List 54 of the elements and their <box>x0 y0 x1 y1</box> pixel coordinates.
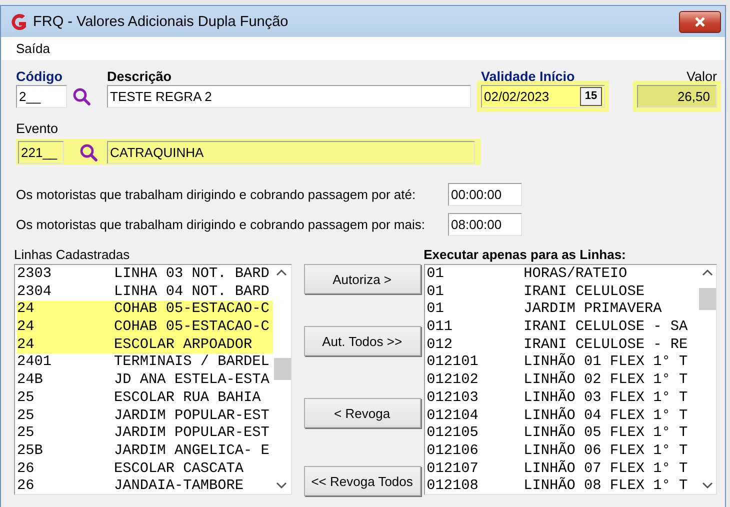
scroll-thumb[interactable] <box>274 358 291 380</box>
list-row[interactable]: 24 ESCOLAR ARPOADOR <box>17 336 273 354</box>
list-row[interactable]: 26 JANDAIA-TAMBORE <box>17 478 273 496</box>
list-row[interactable]: 012102 LINHÃO 02 FLEX 1° T <box>426 372 698 390</box>
limit-label: Os motoristas que trabalham dirigindo e cobrando passagem por mais: <box>16 217 426 232</box>
list-row[interactable]: 012103 LINHÃO 03 FLEX 1° T <box>426 390 698 408</box>
action-button[interactable]: Aut. Todos >> <box>304 326 421 356</box>
time-field[interactable]: 08:00:00 <box>448 213 522 236</box>
calendar-button[interactable]: 15 <box>580 87 602 106</box>
close-icon <box>694 16 706 28</box>
input-field[interactable]: 221__ <box>18 140 64 164</box>
field-label: Valor <box>686 69 717 85</box>
field-label: Descrição <box>107 69 172 85</box>
input-field[interactable]: 2__ <box>16 85 67 108</box>
list-row[interactable]: 01 JARDIM PRIMAVERA <box>426 301 698 320</box>
list-row[interactable]: 25 ESCOLAR RUA BAHIA <box>17 390 273 408</box>
field-label: Validade Início <box>481 69 575 85</box>
list-row[interactable]: 012107 LINHÃO 07 FLEX 1° T <box>426 460 698 478</box>
list-row[interactable]: 012105 LINHÃO 05 FLEX 1° T <box>426 425 698 443</box>
list-row[interactable]: 26 ESCOLAR CASCATA <box>17 460 273 478</box>
list-row[interactable]: 25 JARDIM POPULAR-EST <box>17 408 273 426</box>
list-row[interactable]: 24B JD ANA ESTELA-ESTA <box>17 372 273 390</box>
list-row[interactable]: 24 COHAB 05-ESTACAO-C <box>17 319 273 337</box>
field-label: Código <box>16 69 62 85</box>
list-row[interactable]: 25B JARDIM ANGELICA- E <box>17 442 273 461</box>
list-row[interactable]: 012104 LINHÃO 04 FLEX 1° T <box>426 408 698 426</box>
list-row[interactable]: 01 HORAS/RATEIO <box>426 266 698 284</box>
window-title: FRQ - Valores Adicionais Dupla Função <box>33 14 288 30</box>
action-button[interactable]: < Revoga <box>304 398 421 428</box>
list-row[interactable]: 012101 LINHÃO 01 FLEX 1° T <box>426 354 698 372</box>
list-row[interactable]: 012 IRANI CELULOSE - RE <box>426 336 698 354</box>
list-title: Executar apenas para as Linhas: <box>424 247 627 263</box>
list-row[interactable]: 012108 LINHÃO 08 FLEX 1° T <box>426 478 698 496</box>
action-button[interactable]: << Revoga Todos <box>304 466 421 496</box>
action-button[interactable]: Autoriza > <box>304 264 421 294</box>
list-row[interactable]: 24 COHAB 05-ESTACAO-C <box>17 301 273 320</box>
search-icon[interactable] <box>72 87 91 106</box>
field-label: Evento <box>16 121 60 137</box>
list-row[interactable]: 2401 TERMINAIS / BARDEL <box>17 354 273 372</box>
input-field[interactable]: TESTE REGRA 2 <box>107 85 471 108</box>
input-field[interactable]: CATRAQUINHA <box>107 140 475 164</box>
limit-label: Os motoristas que trabalham dirigindo e cobrando passagem por até: <box>16 187 417 202</box>
list-row[interactable]: 011 IRANI CELULOSE - SA <box>426 319 698 337</box>
list-row[interactable]: 2303 LINHA 03 NOT. BARD <box>17 266 273 284</box>
scroll-thumb[interactable] <box>699 288 716 310</box>
time-field[interactable]: 00:00:00 <box>448 183 522 206</box>
list-row[interactable]: 012106 LINHÃO 06 FLEX 1° T <box>426 442 698 461</box>
list-row[interactable]: 01 IRANI CELULOSE <box>426 284 698 302</box>
search-icon[interactable] <box>79 142 98 162</box>
list-title: Linhas Cadastradas <box>14 247 131 263</box>
close-button[interactable] <box>679 10 721 32</box>
list-row[interactable]: 2304 LINHA 04 NOT. BARD <box>17 284 273 302</box>
menu-item[interactable]: Saída <box>16 41 50 56</box>
list-row[interactable]: 25 JARDIM POPULAR-EST <box>17 425 273 443</box>
